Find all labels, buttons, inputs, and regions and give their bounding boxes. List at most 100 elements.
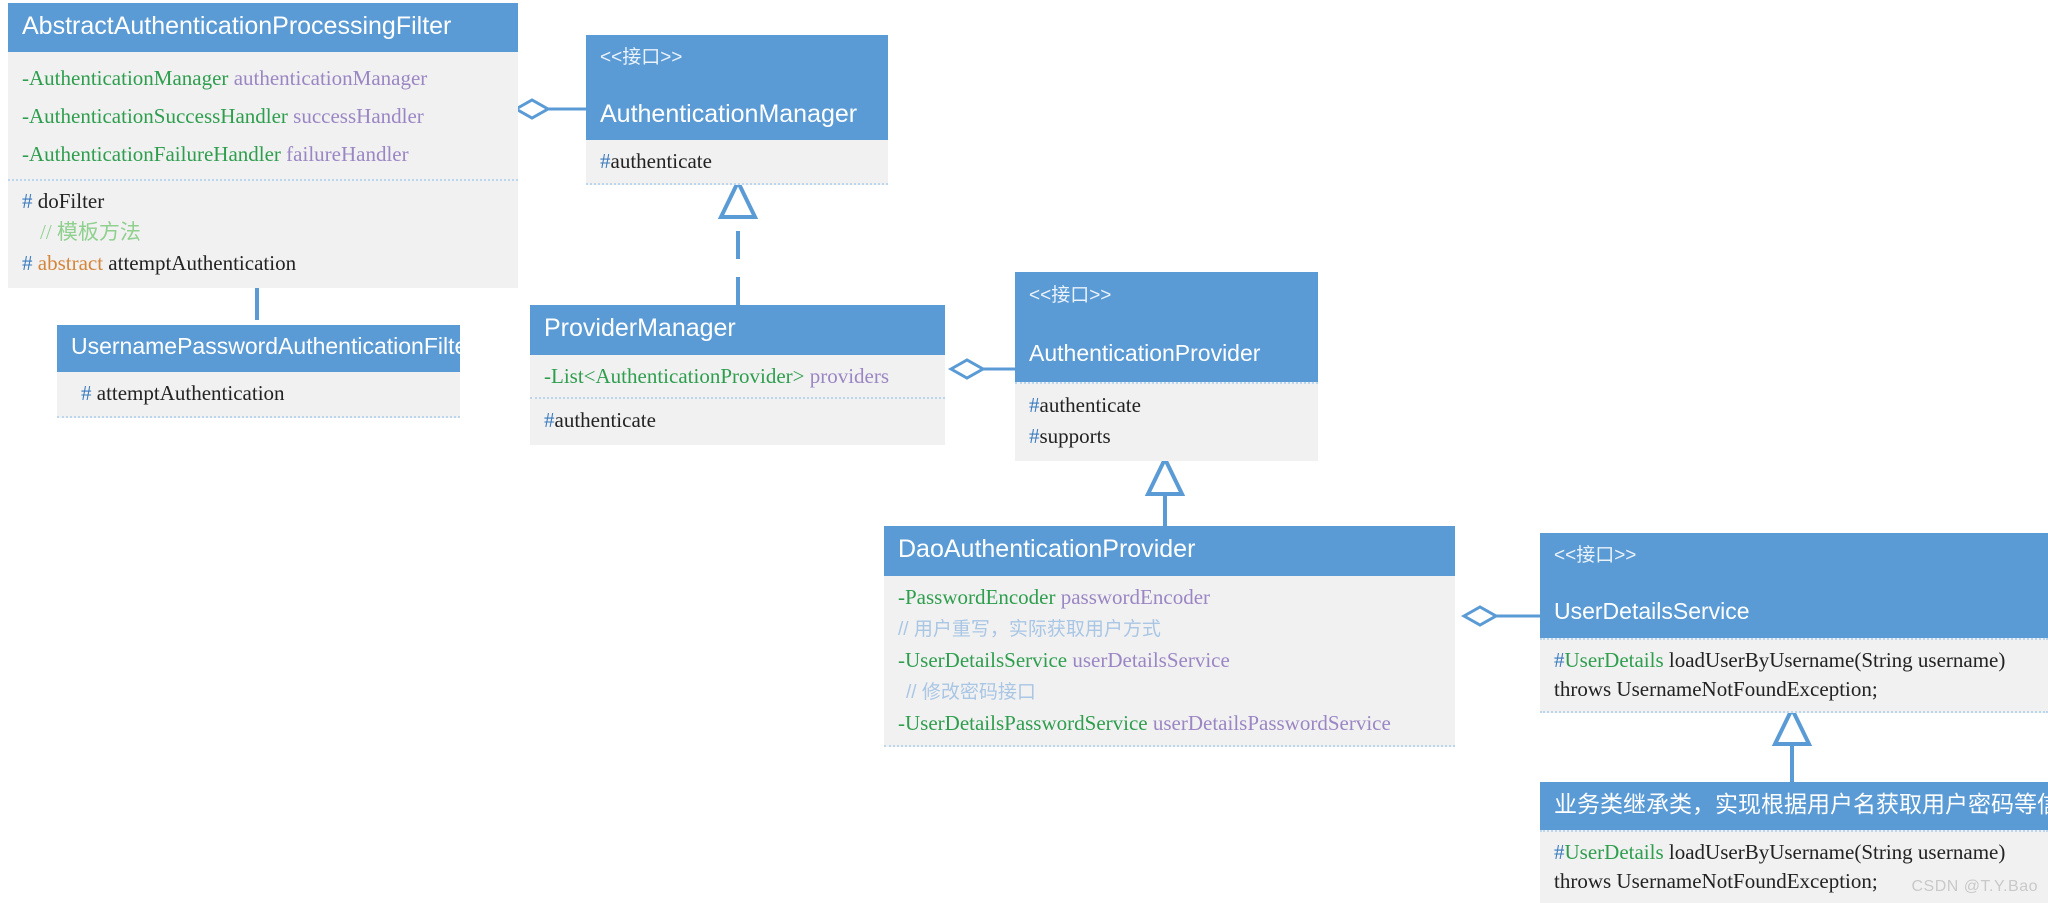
attribute-row: -List<AuthenticationProvider> providers bbox=[544, 361, 931, 392]
class-header: AbstractAuthenticationProcessingFilter bbox=[8, 3, 518, 52]
class-name: UsernamePasswordAuthenticationFilter bbox=[71, 333, 475, 359]
methods-section: # doFilter // 模板方法 # abstract attemptAut… bbox=[8, 181, 518, 288]
class-name: 业务类继承类，实现根据用户名获取用户密码等信息 bbox=[1554, 792, 2048, 817]
stereotype-label: <<接口>> bbox=[1029, 285, 1112, 306]
methods-section: #UserDetails loadUserByUsername(String u… bbox=[1540, 638, 2048, 713]
methods-section: #authenticate bbox=[586, 140, 888, 185]
class-header: <<接口>> AuthenticationManager bbox=[586, 35, 888, 140]
attribute-name: passwordEncoder bbox=[1060, 585, 1211, 609]
method-name: supports bbox=[1039, 424, 1111, 448]
aggregation-abstractfilter-authmanager bbox=[512, 98, 586, 120]
visibility-marker: - bbox=[898, 648, 905, 672]
class-name: UserDetailsService bbox=[1554, 598, 1750, 624]
method-row: #authenticate bbox=[544, 405, 931, 436]
visibility-marker: # bbox=[22, 189, 33, 213]
class-box-authentication-provider[interactable]: <<接口>> AuthenticationProvider #authentic… bbox=[1015, 272, 1318, 461]
abstract-keyword: abstract bbox=[37, 251, 104, 275]
method-name: doFilter bbox=[37, 189, 105, 213]
class-box-dao-authentication-provider[interactable]: DaoAuthenticationProvider -PasswordEncod… bbox=[884, 526, 1455, 747]
realization-providermanager-authmanager bbox=[717, 177, 759, 305]
uml-diagram-canvas: AbstractAuthenticationProcessingFilter -… bbox=[0, 0, 2048, 903]
class-header: 业务类继承类，实现根据用户名获取用户密码等信息 bbox=[1540, 782, 2048, 830]
method-name: attemptAuthentication bbox=[96, 381, 285, 405]
class-box-user-details-service[interactable]: <<接口>> UserDetailsService #UserDetails l… bbox=[1540, 533, 2048, 713]
method-row: #authenticate bbox=[600, 146, 874, 177]
visibility-marker: # bbox=[1029, 424, 1040, 448]
class-header: UsernamePasswordAuthenticationFilter bbox=[57, 325, 475, 372]
attribute-name: userDetailsPasswordService bbox=[1152, 711, 1391, 735]
methods-section: # attemptAuthentication bbox=[57, 372, 460, 418]
method-name: attemptAuthentication bbox=[108, 251, 297, 275]
class-name: AuthenticationProvider bbox=[1029, 340, 1261, 366]
class-header: <<接口>> AuthenticationProvider bbox=[1015, 272, 1318, 382]
visibility-marker: - bbox=[898, 711, 905, 735]
inheritance-daoprovider-authprovider bbox=[1144, 454, 1186, 527]
visibility-marker: - bbox=[22, 104, 29, 128]
class-header: ProviderManager bbox=[530, 305, 945, 355]
return-type: UserDetails bbox=[1564, 648, 1664, 672]
attribute-name: failureHandler bbox=[286, 142, 409, 166]
visibility-marker: # bbox=[1029, 393, 1040, 417]
stereotype-label: <<接口>> bbox=[600, 47, 683, 68]
method-name: authenticate bbox=[610, 149, 712, 173]
class-box-abstract-authentication-processing-filter[interactable]: AbstractAuthenticationProcessingFilter -… bbox=[8, 3, 518, 288]
attributes-section: -List<AuthenticationProvider> providers bbox=[530, 355, 945, 399]
class-box-username-password-authentication-filter[interactable]: UsernamePasswordAuthenticationFilter # a… bbox=[57, 325, 475, 418]
class-name: AbstractAuthenticationProcessingFilter bbox=[22, 12, 452, 40]
inline-comment: // 模板方法 bbox=[40, 220, 141, 244]
inheritance-businessimpl-userdetailsservice bbox=[1771, 704, 1813, 782]
class-name: DaoAuthenticationProvider bbox=[898, 535, 1196, 563]
attributes-section: -PasswordEncoder passwordEncoder // 用户重写… bbox=[884, 576, 1455, 747]
method-row: #UserDetails loadUserByUsername(String u… bbox=[1554, 646, 2034, 675]
attributes-section: -AuthenticationManager authenticationMan… bbox=[8, 52, 518, 181]
class-header: DaoAuthenticationProvider bbox=[884, 526, 1455, 576]
attribute-type: UserDetailsPasswordService bbox=[905, 711, 1148, 735]
throws-clause: throws UsernameNotFoundException; bbox=[1554, 869, 1878, 893]
attribute-name: authenticationManager bbox=[233, 66, 428, 90]
attribute-type: AuthenticationManager bbox=[29, 66, 229, 90]
inline-comment: // 修改密码接口 bbox=[906, 682, 1036, 703]
method-row: # abstract attemptAuthentication bbox=[22, 248, 504, 279]
method-row: #authenticate bbox=[1029, 390, 1304, 421]
attribute-type: List<AuthenticationProvider> bbox=[551, 364, 805, 388]
aggregation-daoprovider-userdetailsservice bbox=[1460, 605, 1540, 627]
method-signature: loadUserByUsername(String username) bbox=[1663, 840, 2006, 864]
class-header: <<接口>> UserDetailsService bbox=[1540, 533, 2048, 638]
attribute-comment-row: // 用户重写，实际获取用户方式 bbox=[898, 613, 1441, 645]
attribute-row: -UserDetailsPasswordService userDetailsP… bbox=[898, 708, 1441, 739]
method-name: authenticate bbox=[1039, 393, 1141, 417]
visibility-marker: - bbox=[544, 364, 551, 388]
attribute-row: -AuthenticationManager authenticationMan… bbox=[22, 59, 504, 97]
return-type: UserDetails bbox=[1564, 840, 1664, 864]
stereotype-label: <<接口>> bbox=[1554, 545, 1637, 566]
method-row: #UserDetails loadUserByUsername(String u… bbox=[1554, 838, 2034, 867]
method-row: # attemptAuthentication bbox=[71, 378, 446, 409]
visibility-marker: # bbox=[1554, 840, 1565, 864]
visibility-marker: # bbox=[1554, 648, 1565, 672]
method-row: #supports bbox=[1029, 421, 1304, 452]
visibility-marker: # bbox=[81, 381, 92, 405]
attribute-row: -AuthenticationFailureHandler failureHan… bbox=[22, 135, 504, 173]
attribute-type: AuthenticationFailureHandler bbox=[29, 142, 281, 166]
attribute-row: -PasswordEncoder passwordEncoder bbox=[898, 582, 1441, 613]
visibility-marker: - bbox=[22, 142, 29, 166]
attribute-name: providers bbox=[809, 364, 890, 388]
inline-comment: // 用户重写，实际获取用户方式 bbox=[898, 619, 1161, 640]
method-signature: loadUserByUsername(String username) bbox=[1663, 648, 2006, 672]
class-name: ProviderManager bbox=[544, 314, 736, 342]
attribute-row: -UserDetailsService userDetailsService bbox=[898, 645, 1441, 676]
attribute-comment-row: // 修改密码接口 bbox=[898, 676, 1441, 708]
method-throws-row: throws UsernameNotFoundException; bbox=[1554, 675, 2034, 704]
visibility-marker: # bbox=[22, 251, 33, 275]
attribute-type: PasswordEncoder bbox=[905, 585, 1056, 609]
class-box-authentication-manager[interactable]: <<接口>> AuthenticationManager #authentica… bbox=[586, 35, 888, 185]
class-name: AuthenticationManager bbox=[600, 100, 858, 128]
attribute-type: AuthenticationSuccessHandler bbox=[29, 104, 288, 128]
class-box-provider-manager[interactable]: ProviderManager -List<AuthenticationProv… bbox=[530, 305, 945, 445]
methods-section: #authenticate bbox=[530, 399, 945, 445]
csdn-watermark: CSDN @T.Y.Bao bbox=[1911, 878, 2038, 895]
visibility-marker: # bbox=[544, 408, 555, 432]
visibility-marker: - bbox=[22, 66, 29, 90]
visibility-marker: # bbox=[600, 149, 611, 173]
throws-clause: throws UsernameNotFoundException; bbox=[1554, 677, 1878, 701]
